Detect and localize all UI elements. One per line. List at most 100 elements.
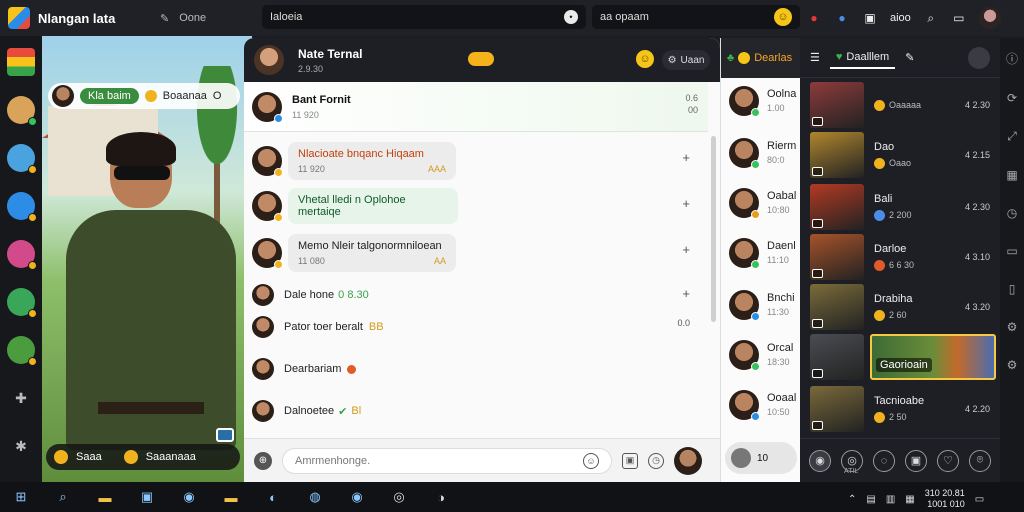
contacts-footer[interactable]: 10 [725,442,797,474]
bookmark-icon[interactable]: ▯ [1009,282,1016,296]
edit-icon[interactable]: ✎ [905,51,914,64]
pin-icon[interactable]: ● [806,10,822,26]
fullscreen-icon[interactable] [216,428,234,442]
emoji-icon[interactable]: ☺ [774,8,792,26]
network-icon[interactable]: ▤ [866,494,875,505]
contact-item[interactable]: Rierm 80:0 [729,138,800,169]
message-bubble[interactable]: Memo Nleir talgonormniloean 11 080 AA [288,234,456,272]
image-icon[interactable]: ▣ [622,452,638,469]
tools-icon[interactable]: ⚙ [1007,320,1018,334]
attach-icon[interactable]: ⊕ [254,451,272,470]
battery-icon[interactable]: ▦ [905,494,914,505]
settings-icon[interactable]: ◑ [420,482,462,512]
screen-icon[interactable]: ▭ [1006,244,1017,258]
menu-icon[interactable]: ☰ [810,51,820,64]
media-item[interactable]: Darloe 6 6 30 4 3.10 [810,234,998,280]
heart-icon[interactable]: ♡ [937,449,959,472]
media-profile-icon[interactable] [968,46,990,69]
info-icon[interactable]: • [564,10,578,24]
search-icon[interactable]: ⌕ [42,482,84,512]
edge-icon[interactable]: ◍ [294,482,336,512]
media-item[interactable]: Drabiha 2 60 4 3.20 [810,284,998,330]
timer-icon[interactable]: ◷ [648,452,664,469]
user-avatar[interactable] [978,7,1001,29]
contact-avatar-icon[interactable] [7,144,37,174]
chat-row[interactable]: Dearbariam [252,358,357,380]
add-icon[interactable]: + [682,196,690,211]
message-list[interactable]: Bant Fornit 11 920 0.6 00 Nlacioate bnqa… [244,82,708,434]
contact-item[interactable]: Orcal 18:30 [729,340,800,371]
media-item[interactable]: Dao Oaao 4 2.15 [810,132,998,178]
extensions-icon[interactable]: ✱ [7,432,35,460]
media-item[interactable]: Tacnioabe 2 50 4 2.20 [810,386,998,432]
emoji-icon[interactable]: ☺ [636,50,654,68]
browser-icon[interactable]: ◐ [252,482,294,512]
info-icon[interactable]: ⓘ [1006,50,1018,67]
search-control[interactable]: ✎ Oone [160,8,250,28]
media-icon[interactable]: ◎ [378,482,420,512]
status-pill[interactable] [468,52,494,66]
folder-icon[interactable]: ▬ [210,482,252,512]
message-bubble[interactable]: Vhetal lledi n Oplohoe mertaiqe [288,188,458,224]
location-icon[interactable]: ⌾ [969,449,991,472]
chat-row[interactable]: Dale hone 0 8.30 [252,284,369,306]
contact-item[interactable]: Oabal 10:80 [729,188,800,219]
search-app-icon[interactable]: ◉ [168,482,210,512]
chat-row[interactable]: Dalnoetee ✔ Bl [252,400,361,422]
contact-item[interactable]: Oolna 1.00 [729,86,800,117]
message-row[interactable]: Vhetal lledi n Oplohoe mertaiqe [252,188,458,224]
media-thumbnail[interactable] [810,82,864,128]
puzzle-icon[interactable]: ✚ [7,384,35,412]
contact-avatar-icon[interactable] [7,288,37,318]
message-row[interactable]: Nlacioate bnqanc Hiqaam 11 920 AAA [252,142,456,180]
image-icon[interactable]: ▣ [905,449,927,472]
chat-row[interactable]: Pator toer beralt BB [252,316,708,338]
history-icon[interactable]: ◷ [1007,206,1017,220]
media-thumbnail[interactable] [810,234,864,280]
layout-icon[interactable]: ▦ [1006,168,1017,182]
media-thumbnail[interactable] [810,386,864,432]
featured-media[interactable]: Gaorioain [870,334,996,380]
media-thumbnail[interactable] [810,284,864,330]
media-thumbnail[interactable] [810,184,864,230]
message-bubble[interactable]: Nlacioate bnqanc Hiqaam 11 920 AAA [288,142,456,180]
notifications-icon[interactable]: ▭ [975,494,984,505]
message-input[interactable]: Amrmenhonge. ☺ [282,447,612,474]
user-icon[interactable] [7,96,37,126]
media-item[interactable]: Bali 2 200 4 2.30 [810,184,998,230]
clock[interactable]: 310 20.81 1001 010 [925,488,965,510]
add-icon[interactable]: + [682,242,690,257]
hero-profile-chip[interactable]: Kla baim Boaanaa O [48,83,240,109]
refresh-icon[interactable]: ⟳ [1007,91,1017,105]
chat-icon[interactable]: ▭ [951,10,967,26]
pinned-message[interactable]: Bant Fornit 11 920 0.6 00 [244,82,708,132]
media-thumbnail[interactable] [810,334,864,380]
chat-bubble-icon[interactable]: ◌ [873,449,895,472]
store-icon[interactable]: ▣ [126,482,168,512]
chevron-up-icon[interactable]: ⌃ [848,494,856,505]
stack-icon[interactable] [7,48,35,76]
emoji-picker-icon[interactable]: ☺ [583,452,599,469]
chat-avatar[interactable] [254,45,284,75]
settings-icon[interactable]: ⚙ [1007,358,1018,372]
address-bar[interactable]: Ialoeia • [262,5,586,29]
header-more-button[interactable]: ⚙ Uaan [662,50,710,70]
tab-media[interactable]: ♥ Daalllem [829,47,896,69]
gallery-icon[interactable]: ◉ [809,449,831,472]
start-icon[interactable]: ⊞ [0,482,42,512]
palette-icon[interactable] [7,192,37,222]
message-row[interactable]: Memo Nleir talgonormniloean 11 080 AA [252,234,456,272]
add-icon[interactable]: + [682,150,690,165]
chip-close[interactable]: O [213,90,222,102]
search-icon[interactable]: ⌕ [923,10,939,26]
contact-avatar-icon[interactable] [7,240,37,270]
media-item[interactable]: Oaaaaa 4 2.30 [810,82,998,128]
media-item[interactable]: Gaorioain [810,334,998,380]
secondary-search-bar[interactable]: aa opaam ☺ [592,5,800,29]
contact-item[interactable]: Ooaal 10:50 [729,390,800,421]
contact-item[interactable]: Bnchi 11:30 [729,290,800,321]
contact-item[interactable]: Daenl 11:10 [729,238,800,269]
volume-icon[interactable]: ▥ [886,494,895,505]
composer-avatar[interactable] [674,446,702,475]
chip-pill[interactable]: Kla baim [80,88,139,104]
